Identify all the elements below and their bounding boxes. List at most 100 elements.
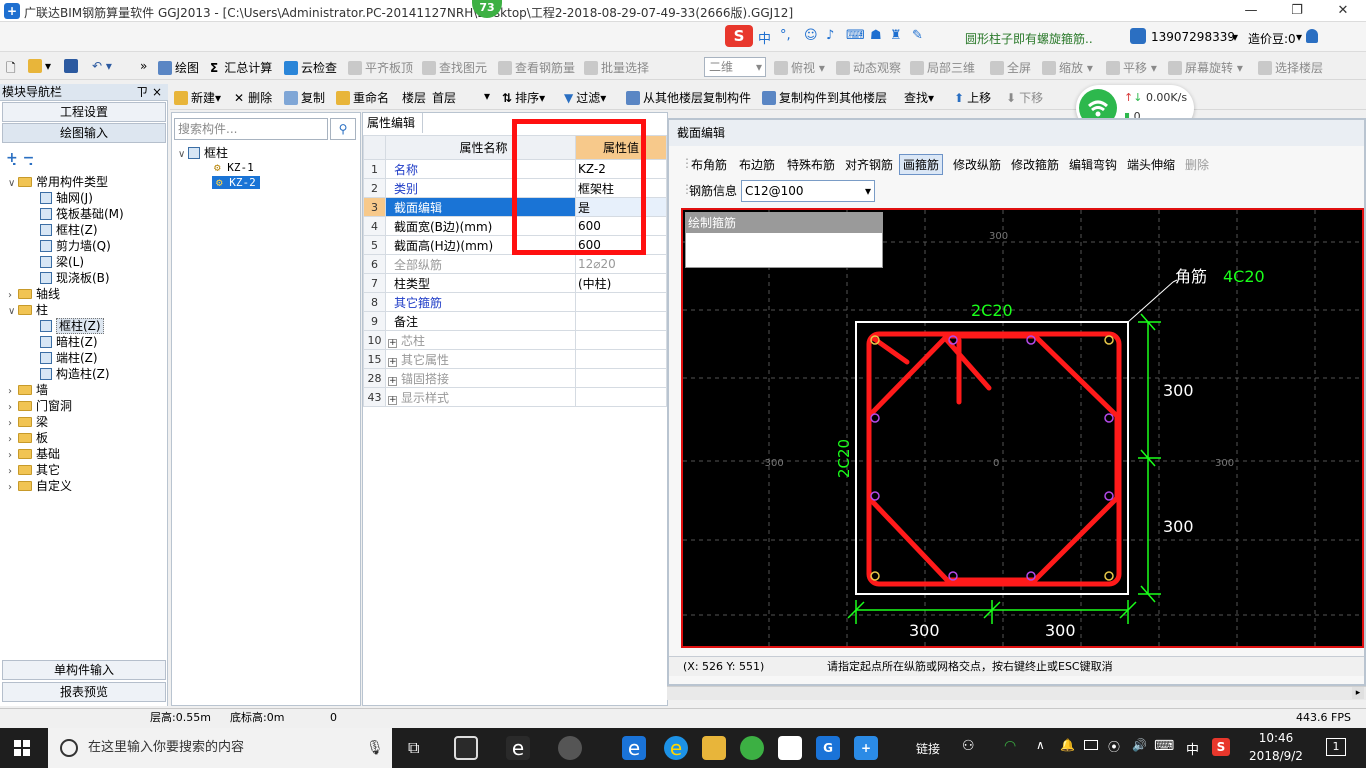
rename-button[interactable]: 重命名 [336,89,389,106]
property-value[interactable] [575,387,667,407]
tree-item[interactable]: › 轴线 [8,286,60,302]
undo-icon[interactable]: ↶ ▾ [92,59,112,73]
wifi-tray-icon[interactable]: ◠ [1004,738,1016,754]
tree-expander-icon[interactable]: ∨ [8,304,18,320]
tree-item[interactable]: 构造柱(Z) [40,366,110,382]
panel-pin-icon[interactable]: ㄗ × [136,84,162,101]
tray-expand-icon[interactable]: ∧ [1036,738,1045,752]
edge-browser-icon[interactable]: e [622,736,646,760]
section-canvas[interactable]: 300 -300 300 0 角筋 4C20 2C20 2C20 300 300… [681,208,1364,648]
clock-time[interactable]: 10:46 [1246,731,1306,745]
scroll-right-icon[interactable]: ▸ [1352,687,1364,699]
property-row[interactable]: 9 备注 [363,311,667,331]
component-search-input[interactable]: 搜索构件... [174,118,328,140]
fullscreen-button[interactable]: 全屏 [990,59,1031,76]
pan-button[interactable]: 平移 ▾ [1106,59,1157,76]
sum-button[interactable]: Σ 汇总计算 [210,59,272,76]
input-language[interactable]: 中 [1186,739,1199,758]
find-button[interactable]: 查找▾ [904,89,934,106]
rebar-info-select[interactable]: C12@100 ▾ [741,180,875,202]
section-tool-button[interactable]: 布边筋 [739,156,775,173]
tree-item[interactable]: › 基础 [8,446,60,462]
project-settings-button[interactable]: 工程设置 [2,102,166,122]
delete-button[interactable]: ✕ 删除 [234,89,272,106]
horizontal-scrollbar[interactable]: ▸ [667,686,1366,700]
browser-app-icon[interactable] [558,736,582,760]
section-tool-button[interactable]: 编辑弯钩 [1069,156,1117,173]
clock-date[interactable]: 2018/9/2 [1240,749,1312,763]
tree-item[interactable]: 框柱(Z) [40,318,104,334]
search-icon[interactable]: ⚲ [330,118,356,140]
draw-button[interactable]: 绘图 [158,59,199,76]
view-rebar-button[interactable]: 查看钢筋量 [498,59,575,76]
property-row[interactable]: 7 柱类型 (中柱) [363,273,667,293]
property-value[interactable]: (中柱) [575,273,667,293]
flat-top-button[interactable]: 平齐板顶 [348,59,413,76]
ime-voice-icon[interactable]: ♪ [826,28,834,43]
user-phone[interactable]: 13907298339 [1151,30,1235,44]
tree-item[interactable]: › 其它 [8,462,60,478]
section-tool-button[interactable]: 布角筋 [691,156,727,173]
new-component-button[interactable]: 新建▾ [174,89,221,106]
people-icon[interactable]: ⚇ [962,738,975,754]
section-tool-button[interactable]: 对齐钢筋 [845,156,893,173]
sogou-tray-icon[interactable]: S [1212,738,1230,756]
tree-item[interactable]: › 门窗洞 [8,398,72,414]
property-row[interactable]: 15 + 其它属性 [363,349,667,369]
property-row[interactable]: 8 其它箍筋 [363,292,667,312]
property-value[interactable] [575,292,667,312]
property-value[interactable] [575,330,667,350]
bell-icon[interactable] [1306,29,1318,43]
property-row[interactable]: 6 全部纵筋 12⌀20 [363,254,667,274]
top-view-button[interactable]: 俯视 ▾ [774,59,825,76]
view-mode-select[interactable]: 二维 ▾ [704,57,766,77]
property-row[interactable]: 10 + 芯柱 [363,330,667,350]
tip-link[interactable]: 圆形柱子即有螺旋箍筋.. [965,30,1093,47]
windows-start-icon[interactable] [14,740,30,756]
tree-item[interactable]: 框柱(Z) [40,222,98,238]
tree-item[interactable]: 梁(L) [40,254,84,270]
floor-select[interactable]: 首层 ▾ [432,89,492,106]
section-tool-button[interactable]: 修改纵筋 [953,156,1001,173]
battery-icon[interactable] [1084,740,1098,750]
ime-tool-icon[interactable]: ✎ [912,28,923,43]
microphone-icon[interactable]: 🎙 [366,728,384,768]
link-toolbar[interactable]: 链接 [916,740,940,757]
expand-plus-icon[interactable]: + [388,376,397,386]
open-file-icon[interactable]: ▾ [28,59,51,73]
property-row[interactable]: 28 + 锚固搭接 [363,368,667,388]
expand-plus-icon[interactable]: + [388,395,397,405]
tree-item[interactable]: 筏板基础(M) [40,206,124,222]
property-value[interactable] [575,368,667,388]
ime-shirt-icon[interactable]: ♜ [890,28,902,43]
batch-select-button[interactable]: 批量选择 [584,59,649,76]
file-explorer-icon[interactable] [702,736,726,760]
tree-item[interactable]: › 自定义 [8,478,72,494]
price-dropdown-icon[interactable]: ▾ [1296,30,1302,44]
minimize-button[interactable]: — [1228,0,1274,22]
property-value[interactable] [575,311,667,331]
tree-item[interactable]: › 梁 [8,414,48,430]
component-item-kz2[interactable]: ⚙ KZ-2 [212,176,260,189]
ime-skin-icon[interactable]: ☗ [870,28,882,43]
glodon-app-icon[interactable]: + [854,736,878,760]
expand-plus-icon[interactable]: + [388,338,397,348]
tree-expander-icon[interactable]: ∨ [8,176,18,192]
g-app-icon[interactable]: G [816,736,840,760]
expand-all-icon[interactable]: +̣ −̣ [6,150,34,166]
tree-expander-icon[interactable]: › [8,480,18,496]
rotate-button[interactable]: 屏幕旋转 ▾ [1168,59,1243,76]
select-floor-button[interactable]: 选择楼层 [1258,59,1323,76]
property-value[interactable] [575,349,667,369]
mail-icon[interactable] [778,736,802,760]
copy-from-floor-button[interactable]: 从其他楼层复制构件 [626,89,751,106]
filter-button[interactable]: ▼ 过滤▾ [564,89,606,106]
local-3d-button[interactable]: 局部三维 [910,59,975,76]
tree-item[interactable]: ∨ 柱 [8,302,48,318]
keyboard-icon[interactable]: ⌨ [1154,738,1174,754]
component-root[interactable]: ∨ 框柱 [178,144,228,161]
tree-item[interactable]: 轴网(J) [40,190,93,206]
find-elem-button[interactable]: 查找图元 [422,59,487,76]
ime-emoji-icon[interactable]: ☺ [804,28,818,43]
tree-item[interactable]: ∨ 常用构件类型 [8,174,108,190]
